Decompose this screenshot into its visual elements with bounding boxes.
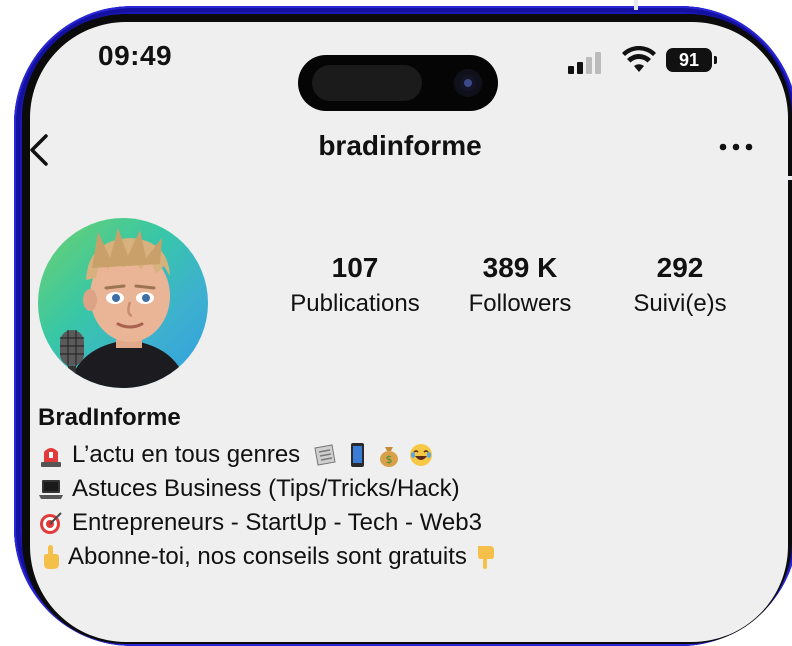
pointing-down-emoji-icon — [477, 546, 494, 569]
money-bag-emoji-icon: $ — [380, 447, 399, 467]
laptop-emoji-icon — [39, 480, 63, 499]
dynamic-island — [298, 55, 498, 111]
stat-value: 389 K — [482, 252, 558, 283]
stat-value: 292 — [656, 252, 704, 283]
bio-text: Entrepreneurs - StartUp - Tech - Web3 — [72, 509, 482, 536]
pointing-up-emoji-icon — [44, 545, 59, 569]
bio-line: L’actu en tous genres $ — [38, 438, 778, 472]
stat-followers[interactable]: 389 K Followers — [445, 252, 595, 318]
bio-text: Astuces Business (Tips/Tricks/Hack) — [72, 475, 460, 502]
profile-stats: 107 Publications 389 K Followers 292 Sui… — [280, 252, 750, 332]
profile-header: bradinforme — [30, 122, 788, 172]
bio-line: Entrepreneurs - StartUp - Tech - Web3 — [38, 506, 778, 540]
stat-label: Suivi(e)s — [633, 290, 727, 317]
frame-antenna-line — [634, 0, 638, 10]
status-bar: 09:49 91 — [30, 22, 788, 111]
profile-display-name: BradInforme — [38, 404, 181, 431]
wifi-icon — [622, 46, 656, 72]
stat-value: 107 — [331, 252, 379, 283]
avatar[interactable] — [38, 218, 208, 388]
phone-screen: 09:49 91 bradinforme 107 Publications 38… — [30, 22, 788, 642]
profile-username: bradinforme — [318, 130, 482, 161]
more-horizontal-icon[interactable] — [718, 140, 754, 154]
stat-label: Publications — [290, 290, 420, 317]
island-pill — [312, 65, 422, 101]
status-time: 09:49 — [98, 40, 173, 71]
stat-following[interactable]: 292 Suivi(e)s — [605, 252, 755, 318]
avatar-cartoon-icon — [60, 228, 188, 388]
bio-line: Astuces Business (Tips/Tricks/Hack) — [38, 472, 778, 506]
profile-bio: BradInforme L’actu en tous genres $ Astu… — [38, 404, 778, 574]
newspaper-emoji-icon — [314, 444, 336, 466]
phone-emoji-icon — [351, 443, 365, 467]
front-camera-icon — [454, 69, 482, 97]
laughing-emoji-icon — [410, 444, 433, 466]
battery-icon: 91 — [666, 48, 717, 72]
stat-publications[interactable]: 107 Publications — [280, 252, 430, 318]
bio-text: L’actu en tous genres — [72, 441, 301, 468]
siren-emoji-icon — [41, 448, 61, 467]
target-emoji-icon — [40, 512, 62, 534]
stat-label: Followers — [468, 290, 572, 317]
bio-line: Abonne-toi, nos conseils sont gratuits — [38, 540, 778, 574]
signal-icon — [568, 50, 608, 74]
svg-text:$: $ — [386, 453, 393, 466]
chevron-left-icon[interactable] — [30, 130, 54, 170]
bio-text: Abonne-toi, nos conseils sont gratuits — [68, 543, 467, 570]
